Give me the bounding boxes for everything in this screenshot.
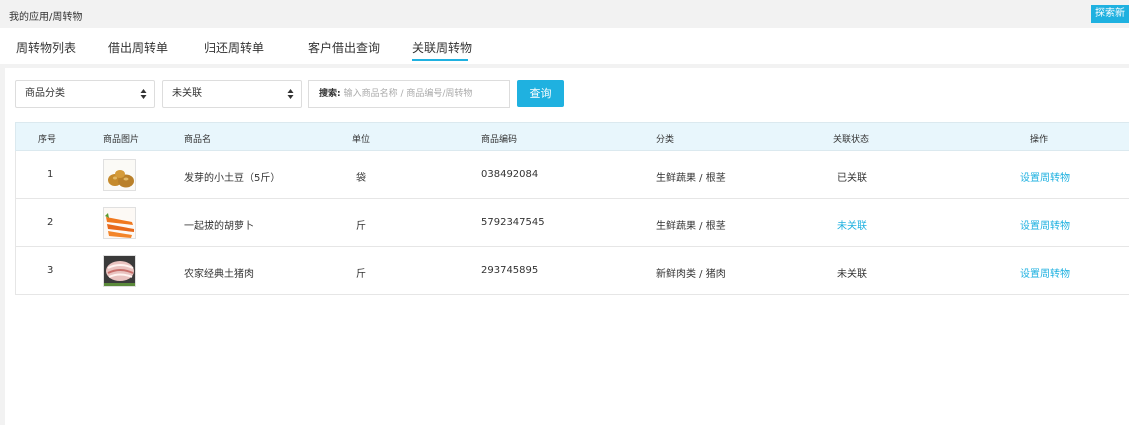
row-code: 5792347545: [481, 217, 545, 228]
header-status: 关联状态: [833, 135, 870, 145]
active-tab-indicator: [412, 59, 468, 61]
row-category: 生鲜蔬果 / 根茎: [656, 221, 726, 232]
row-unit: 袋: [356, 173, 366, 184]
header-category: 分类: [656, 135, 675, 145]
row-status-link[interactable]: 未关联: [837, 217, 867, 232]
header-code: 商品编码: [481, 135, 518, 145]
tab-return-orders[interactable]: 归还周转单: [204, 39, 264, 56]
link-status-select[interactable]: 未关联: [162, 80, 302, 108]
row-name: 农家经典土猪肉: [184, 269, 254, 280]
search-input[interactable]: 搜索: 输入商品名称 / 商品编号/周转物: [308, 80, 510, 108]
table-row: 2 一起拔的胡萝卜 斤 5792347545 生鲜蔬果 / 根茎 未关联 设置周…: [15, 199, 1129, 247]
set-turnover-link[interactable]: 设置周转物: [1020, 217, 1070, 232]
category-select-value: 商品分类: [25, 88, 65, 99]
set-turnover-link[interactable]: 设置周转物: [1020, 169, 1070, 184]
table-row: 1 发芽的小土豆（5斤） 袋 038492084 生鲜蔬果 / 根茎 已关联 设…: [15, 151, 1129, 199]
tab-bar: 周转物列表 借出周转单 归还周转单 客户借出查询 关联周转物: [0, 28, 1129, 64]
row-unit: 斤: [356, 269, 366, 280]
breadcrumb: 我的应用/周转物: [9, 12, 83, 23]
header-index: 序号: [38, 135, 57, 145]
row-status: 未关联: [837, 269, 867, 280]
row-code: 293745895: [481, 265, 539, 276]
table-header: 序号 商品图片 商品名 单位 商品编码 分类 关联状态 操作: [15, 122, 1129, 151]
potato-image: [103, 159, 136, 191]
explore-button[interactable]: 探索新: [1091, 5, 1129, 23]
row-category: 新鲜肉类 / 猪肉: [656, 269, 726, 280]
select-arrows-icon: [287, 89, 294, 99]
tab-linked-turnover[interactable]: 关联周转物: [412, 39, 472, 56]
tab-customer-lending[interactable]: 客户借出查询: [308, 39, 380, 56]
row-unit: 斤: [356, 221, 366, 232]
row-index: 1: [47, 169, 54, 180]
row-index: 3: [47, 265, 54, 276]
select-arrows-icon: [140, 89, 147, 99]
set-turnover-link[interactable]: 设置周转物: [1020, 265, 1070, 280]
link-status-select-value: 未关联: [172, 88, 202, 99]
table-row: 3 农家经典土猪肉 斤 293745895 新鲜肉类 / 猪肉 未关联 设置周转…: [15, 247, 1129, 295]
row-name: 一起拔的胡萝卜: [184, 221, 254, 232]
category-select[interactable]: 商品分类: [15, 80, 155, 108]
query-button[interactable]: 查询: [517, 80, 564, 107]
header-action: 操作: [1030, 135, 1049, 145]
search-label: 搜索:: [319, 89, 341, 99]
row-category: 生鲜蔬果 / 根茎: [656, 173, 726, 184]
carrot-image: [103, 207, 136, 239]
row-code: 038492084: [481, 169, 539, 180]
search-placeholder: 输入商品名称 / 商品编号/周转物: [343, 89, 473, 99]
tab-lend-orders[interactable]: 借出周转单: [108, 39, 168, 56]
header-unit: 单位: [352, 135, 371, 145]
row-index: 2: [47, 217, 54, 228]
pork-image: [103, 255, 136, 287]
tab-turnover-list[interactable]: 周转物列表: [16, 39, 76, 56]
header-name: 商品名: [184, 135, 212, 145]
row-name: 发芽的小土豆（5斤）: [184, 173, 281, 184]
row-status: 已关联: [837, 173, 867, 184]
top-bar: 我的应用/周转物 探索新: [0, 0, 1129, 28]
header-image: 商品图片: [103, 135, 140, 145]
